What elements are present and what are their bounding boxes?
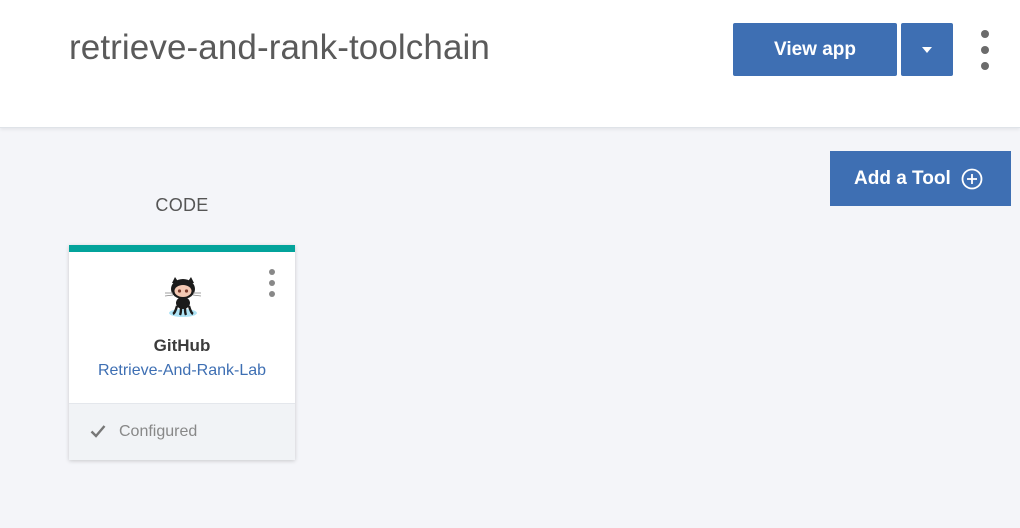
tool-name: GitHub: [153, 336, 211, 355]
kebab-menu-icon: [269, 269, 275, 275]
add-tool-button[interactable]: Add a Tool: [830, 151, 1011, 206]
view-app-button[interactable]: View app: [733, 23, 897, 76]
header-overflow-menu[interactable]: [978, 30, 992, 70]
chevron-down-icon: [922, 46, 932, 53]
checkmark-icon: [90, 425, 106, 438]
code-section-label: CODE: [155, 195, 209, 215]
repository-link[interactable]: Retrieve-And-Rank-Lab: [69, 362, 295, 380]
view-app-dropdown-button[interactable]: [901, 23, 953, 76]
toolchain-header: retrieve-and-rank-toolchain View app: [0, 0, 1020, 128]
card-accent-bar: [69, 245, 295, 252]
page-title: retrieve-and-rank-toolchain: [69, 28, 490, 67]
github-octocat-icon: [164, 277, 202, 317]
status-label: Configured: [119, 423, 198, 440]
plus-circle-icon: [961, 168, 983, 189]
card-status-footer: Configured: [69, 403, 295, 460]
add-tool-label: Add a Tool: [854, 167, 951, 189]
kebab-menu-icon: [981, 30, 989, 38]
card-overflow-menu[interactable]: [268, 269, 276, 297]
github-tool-card[interactable]: GitHub Retrieve-And-Rank-Lab Configured: [69, 245, 295, 460]
